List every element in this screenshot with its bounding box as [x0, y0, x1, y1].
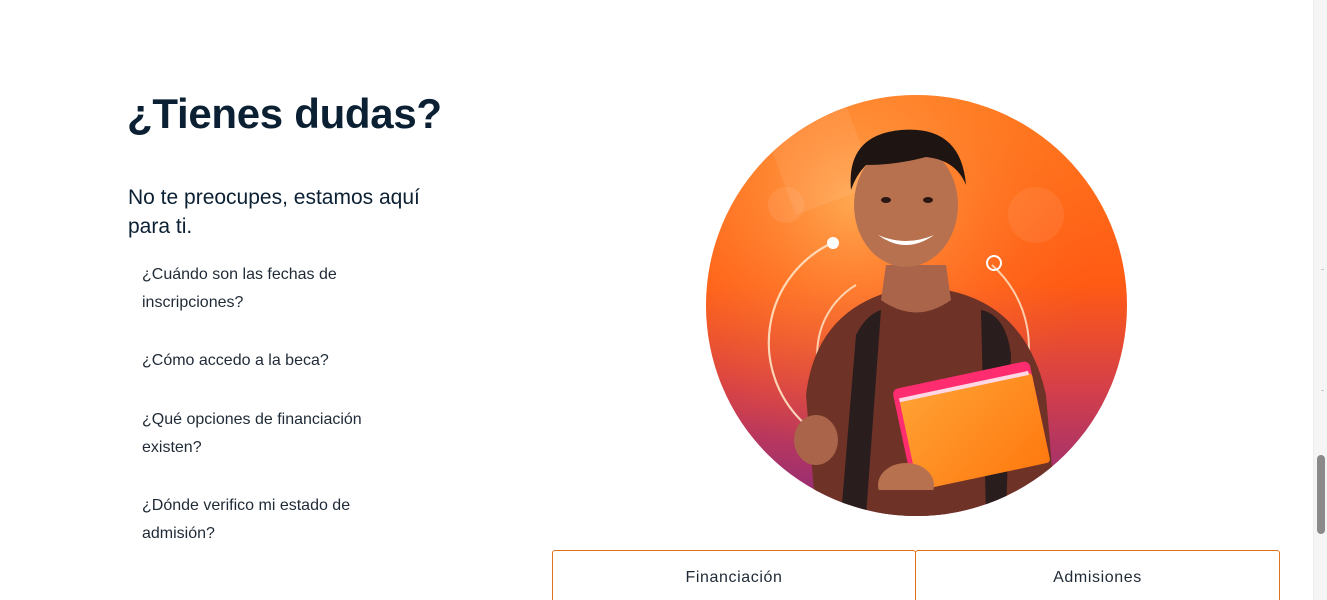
faq-link-acceso-beca[interactable]: ¿Cómo accedo a la beca? [142, 347, 387, 375]
faq-link-opciones-financiacion[interactable]: ¿Qué opciones de financiación existen? [142, 406, 387, 462]
section-subtitle: No te preocupes, estamos aquí para ti. [128, 186, 420, 238]
section-title: ¿Tienes dudas? [127, 90, 442, 137]
faq-link-estado-admision[interactable]: ¿Dónde verifico mi estado de admisión? [142, 492, 387, 548]
faq-section: ¿Tienes dudas? No te preocupes, estamos … [0, 0, 1327, 600]
vertical-scrollbar[interactable] [1313, 0, 1327, 600]
student-illustration [706, 95, 1127, 516]
tab-financiacion[interactable]: Financiación [552, 550, 916, 600]
tab-admisiones[interactable]: Admisiones [915, 550, 1280, 600]
faq-link-fechas-inscripciones[interactable]: ¿Cuándo son las fechas de inscripciones? [142, 261, 387, 317]
scrollbar-thumb[interactable] [1317, 455, 1325, 534]
scroll-marker [1321, 390, 1324, 391]
student-photo [706, 95, 1127, 516]
scroll-marker [1321, 269, 1324, 270]
